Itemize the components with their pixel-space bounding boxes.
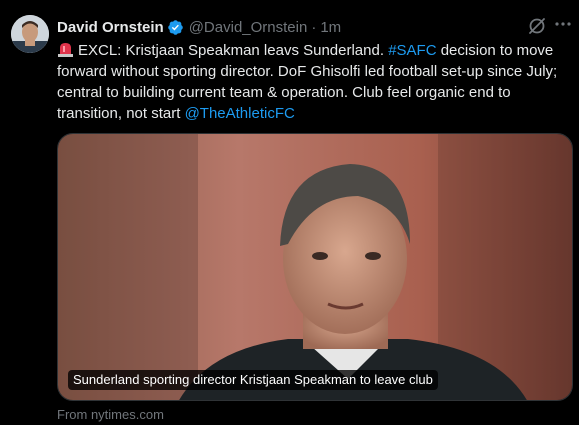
tweet-header: David Ornstein @David_Ornstein · 1m — [57, 17, 341, 37]
grok-icon[interactable] — [527, 16, 547, 36]
more-icon[interactable] — [553, 14, 573, 34]
hashtag-link[interactable]: #SAFC — [388, 42, 436, 59]
link-card[interactable]: Sunderland sporting director Kristjaan S… — [57, 133, 573, 401]
tweet-text: EXCL: Kristjaan Speakman leavs Sunderlan… — [57, 40, 569, 124]
card-caption: Sunderland sporting director Kristjaan S… — [68, 370, 438, 390]
author-name[interactable]: David Ornstein — [57, 19, 164, 36]
separator: · — [311, 18, 317, 36]
card-source[interactable]: From nytimes.com — [57, 407, 164, 422]
verified-badge-icon[interactable] — [167, 19, 184, 36]
tweet-text-part1: EXCL: Kristjaan Speakman leavs Sunderlan… — [78, 42, 389, 59]
card-image — [58, 134, 572, 400]
siren-icon — [57, 41, 74, 57]
author-handle[interactable]: @David_Ornstein — [189, 19, 308, 36]
avatar[interactable] — [11, 15, 49, 53]
mention-link[interactable]: @TheAthleticFC — [185, 105, 295, 122]
timestamp[interactable]: 1m — [320, 19, 341, 36]
